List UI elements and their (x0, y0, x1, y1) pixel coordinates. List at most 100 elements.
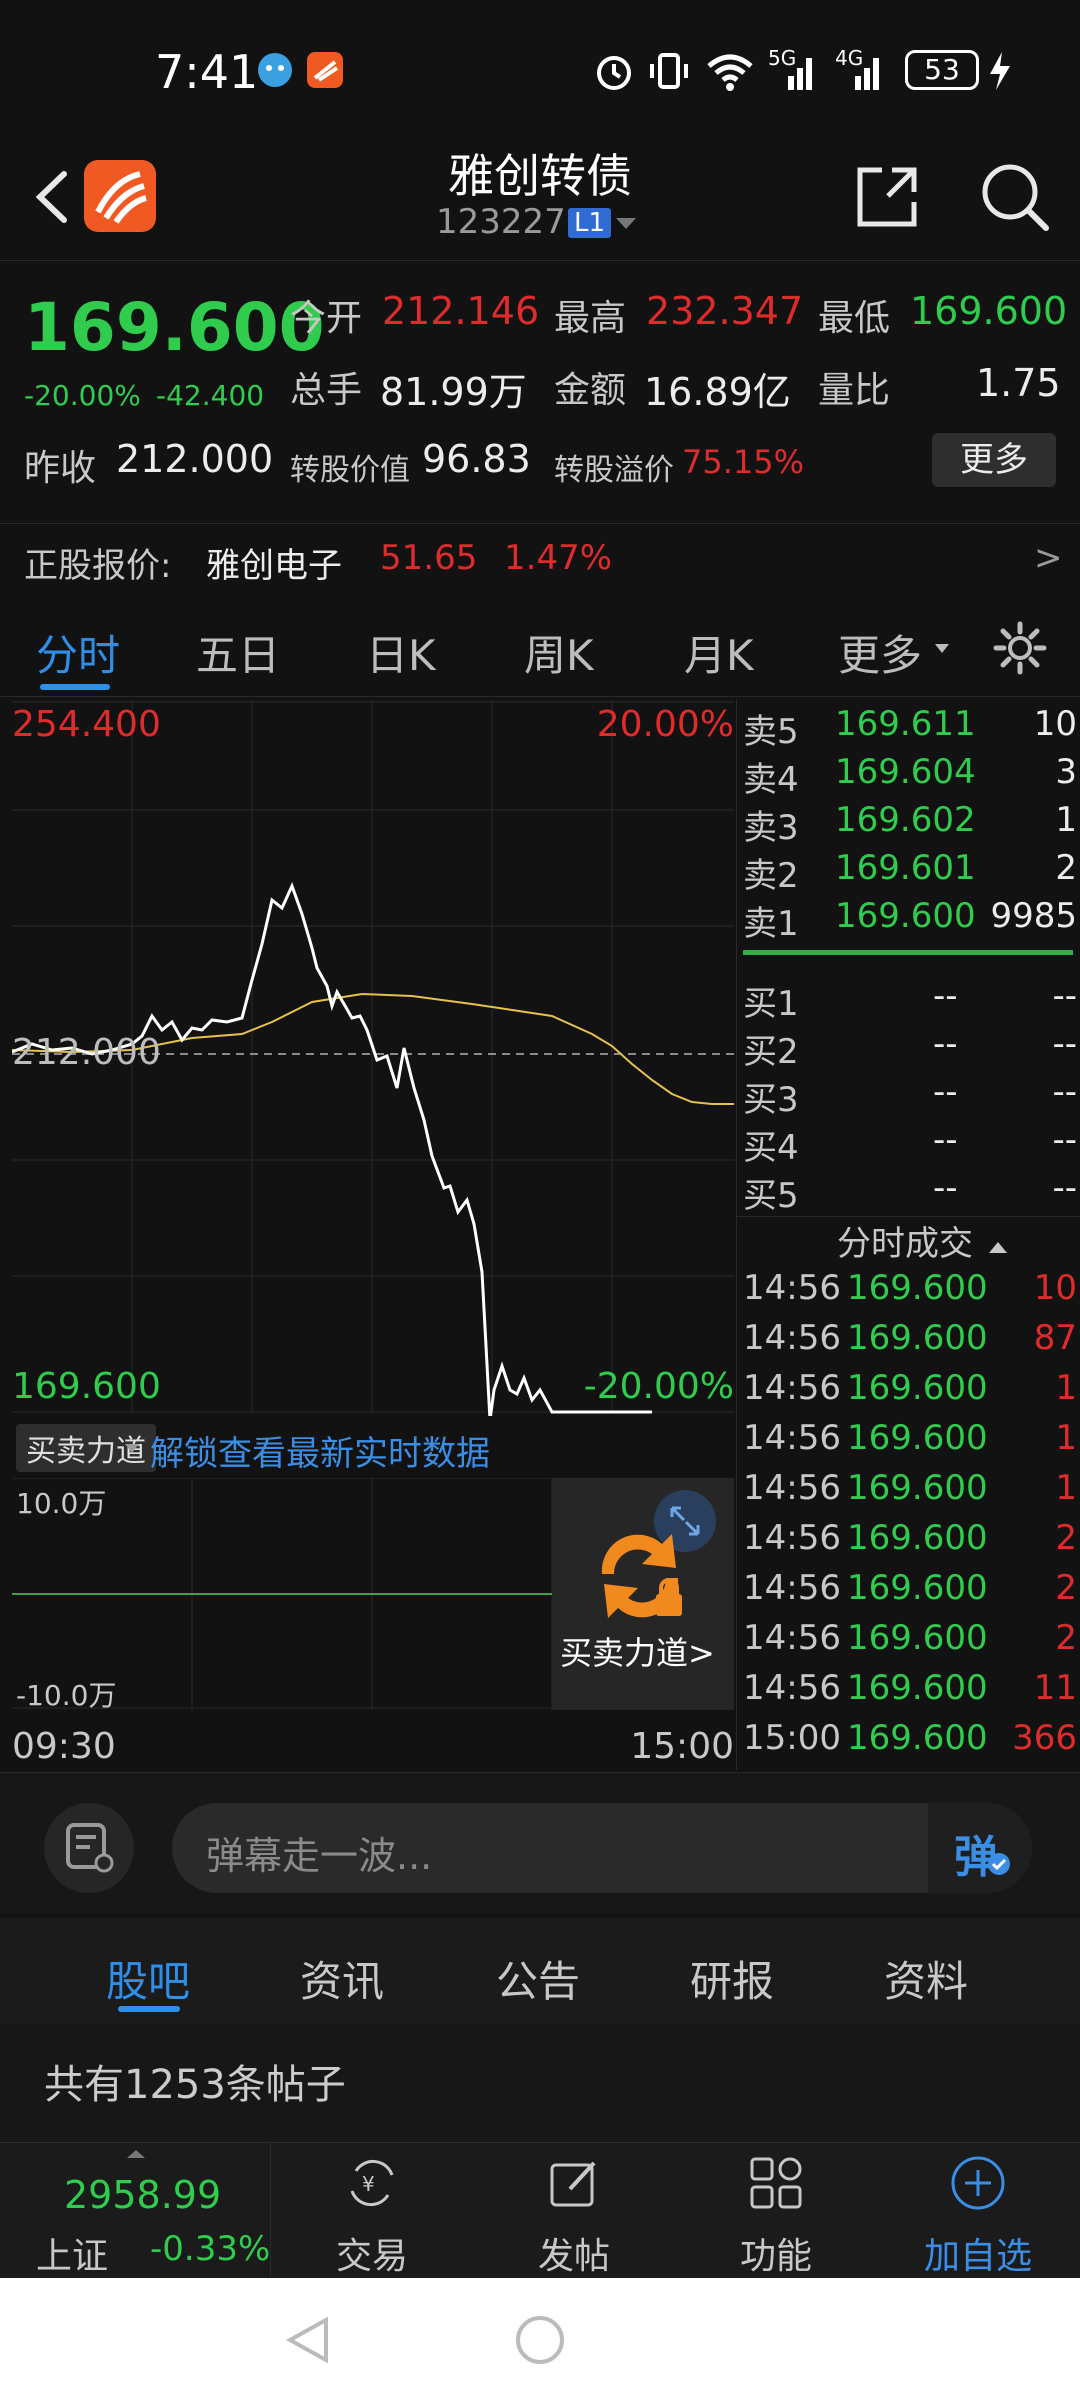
ask-label: 卖2 (743, 856, 799, 896)
ratio-value: 1.75 (976, 361, 1061, 405)
tick-row: 15:00 169.600 366 (737, 1718, 1077, 1768)
bid-label: 买1 (743, 984, 799, 1024)
charging-icon (988, 50, 1012, 90)
tick-volume: 2 (1055, 1618, 1077, 1658)
trade-button[interactable]: ¥ 交易 (272, 2143, 472, 2279)
tick-price: 169.600 (847, 1518, 988, 1558)
tab-monthly-k[interactable]: 月K (684, 622, 754, 683)
tick-time: 14:56 (743, 1468, 841, 1508)
plus-circle-icon (951, 2156, 1005, 2210)
sort-up-icon (988, 1242, 1007, 1253)
level-badge[interactable]: L1 (568, 208, 612, 238)
open-label: 今开 (290, 298, 363, 339)
tab-forum[interactable]: 股吧 (106, 1948, 190, 2009)
bid-label: 买2 (743, 1032, 799, 1072)
tick-time: 14:56 (743, 1668, 841, 1708)
active-section-indicator (118, 2006, 180, 2012)
nav-back-icon[interactable] (282, 2314, 334, 2370)
more-button[interactable]: 更多 (932, 433, 1056, 487)
dropdown-arrow-icon[interactable] (614, 216, 638, 236)
signal-4g-icon: 4G (835, 46, 885, 90)
underlying-stock-change: 1.47% (504, 538, 613, 578)
tick-row: 14:56 169.600 1 (737, 1418, 1077, 1468)
app-header: 雅创转债 123227 L1 (0, 140, 1080, 260)
intraday-chart[interactable]: 254.400 20.00% 212.000 169.600 -20.00% (12, 700, 734, 1416)
chevron-right-icon: > (1034, 538, 1063, 578)
amount-value: 16.89亿 (644, 370, 791, 414)
signal-5g-icon: 5G (768, 46, 818, 90)
share-icon[interactable] (852, 162, 922, 232)
change-amount: -42.400 (156, 379, 265, 412)
tab-profile[interactable]: 资料 (884, 1948, 968, 2009)
functions-button[interactable]: 功能 (676, 2143, 876, 2279)
tab-research[interactable]: 研报 (690, 1948, 774, 2009)
ask-price: 169.611 (835, 704, 976, 744)
tab-intraday[interactable]: 分时 (36, 622, 120, 683)
tab-news[interactable]: 资讯 (300, 1948, 384, 2009)
gear-icon[interactable] (992, 620, 1048, 680)
open-value: 212.146 (382, 289, 540, 333)
tab-more[interactable]: 更多 (838, 622, 922, 683)
tab-more-dropdown-icon[interactable] (934, 640, 950, 659)
ask-volume: 9985 (990, 896, 1077, 936)
ask-row: 卖1 169.600 9985 (737, 896, 1077, 944)
danmu-input[interactable]: 弹幕走一波... 弹 (172, 1803, 1032, 1893)
tab-daily-k[interactable]: 日K (366, 622, 436, 683)
tick-price: 169.600 (847, 1418, 988, 1458)
tab-five-day[interactable]: 五日 (196, 622, 280, 683)
prev-close-value: 212.000 (116, 437, 274, 481)
unlock-realtime-link[interactable]: 解锁查看最新实时数据 (150, 1426, 490, 1475)
nav-home-icon[interactable] (514, 2314, 566, 2370)
underlying-stock-name: 雅创电子 (206, 546, 342, 586)
time-axis-end: 15:00 (630, 1726, 734, 1767)
ratio-label: 量比 (818, 370, 891, 411)
bid-volume: -- (1052, 1168, 1077, 1208)
ask-price: 169.604 (835, 752, 976, 792)
amount-label: 金额 (554, 370, 627, 411)
tick-time: 14:56 (743, 1418, 841, 1458)
change-percent: -20.00% (24, 379, 141, 412)
tick-time: 14:56 (743, 1618, 841, 1658)
ask-price: 169.602 (835, 800, 976, 840)
tick-price: 169.600 (847, 1668, 988, 1708)
ticks-title[interactable]: 分时成交 (837, 1216, 1008, 1265)
chart-top-percent: 20.00% (596, 704, 734, 745)
bid-price: -- (933, 1168, 958, 1208)
bid-volume: -- (1052, 1024, 1077, 1064)
tick-row: 14:56 169.600 2 (737, 1568, 1077, 1618)
bid-label: 买4 (743, 1128, 799, 1168)
underlying-stock-row[interactable]: 正股报价: 雅创电子 51.65 1.47% > (0, 523, 1080, 592)
post-button[interactable]: 发帖 (474, 2143, 674, 2279)
tick-volume: 87 (1033, 1318, 1077, 1358)
app-notification-icon (305, 50, 345, 90)
tick-row: 14:56 169.600 11 (737, 1668, 1077, 1718)
spread-divider (743, 950, 1073, 955)
power-unlock-overlay[interactable]: 买卖力道> (552, 1478, 734, 1710)
tick-row: 14:56 169.600 10 (737, 1268, 1077, 1318)
add-watchlist-button[interactable]: 加自选 (878, 2143, 1078, 2279)
tab-weekly-k[interactable]: 周K (524, 622, 594, 683)
security-code: 123227 (436, 202, 566, 242)
tick-time: 14:56 (743, 1518, 841, 1558)
tick-price: 169.600 (847, 1368, 988, 1408)
bid-volume: -- (1052, 1072, 1077, 1112)
power-overlay-label: 买卖力道> (560, 1634, 715, 1672)
bid-label: 买3 (743, 1080, 799, 1120)
tick-time: 14:56 (743, 1268, 841, 1308)
tick-row: 14:56 169.600 1 (737, 1468, 1077, 1518)
tick-volume: 366 (1012, 1718, 1077, 1758)
index-name: 上证 (36, 2236, 109, 2277)
tick-volume: 2 (1055, 1568, 1077, 1608)
tab-announcements[interactable]: 公告 (496, 1948, 580, 2009)
index-value: 2958.99 (64, 2173, 222, 2217)
danmu-toggle-button[interactable]: 弹 (928, 1803, 1032, 1893)
edit-icon (550, 2161, 596, 2207)
search-icon[interactable] (976, 158, 1052, 234)
alarm-icon (593, 50, 635, 90)
tick-price: 169.600 (847, 1318, 988, 1358)
underlying-stock-label: 正股报价: (24, 546, 172, 586)
chevron-down-icon[interactable] (124, 1440, 140, 1459)
comment-settings-icon[interactable] (44, 1803, 134, 1893)
chart-bottom-price: 169.600 (12, 1366, 161, 1407)
index-ticker[interactable]: 2958.99 上证 -0.33% (0, 2143, 271, 2279)
